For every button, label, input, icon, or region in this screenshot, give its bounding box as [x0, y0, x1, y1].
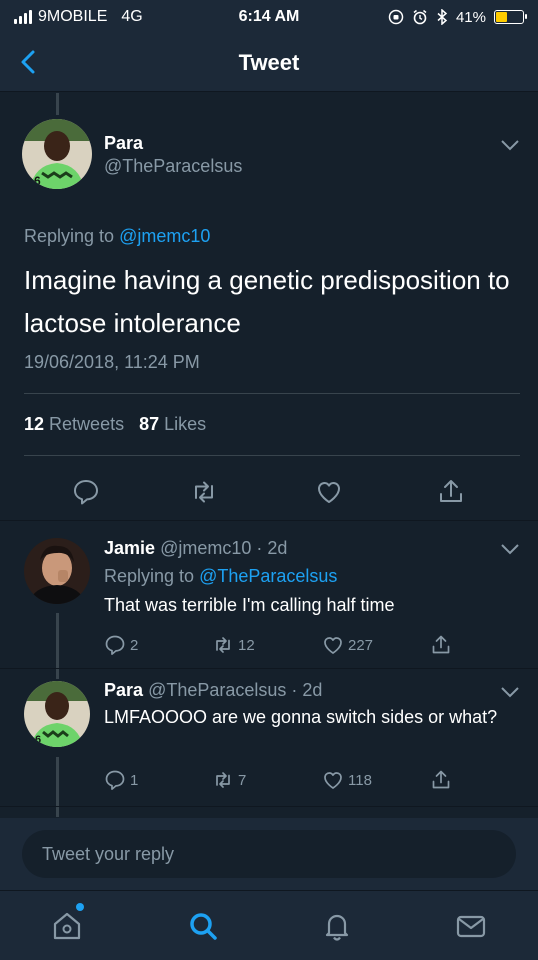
mention-link[interactable]: @TheParacelsus — [199, 566, 337, 586]
author-handle[interactable]: @TheParacelsus — [148, 680, 286, 700]
author-name[interactable]: Para — [104, 133, 143, 154]
author-name[interactable]: Jamie — [104, 538, 155, 558]
like-icon — [324, 637, 342, 654]
carrier-name: 9MOBILE — [38, 8, 108, 25]
divider — [0, 520, 538, 521]
battery-icon — [494, 10, 527, 24]
reply-time: · 2d — [256, 538, 288, 558]
like-button[interactable]: 118 — [322, 769, 372, 791]
reply-header: Jamie @jmemc10 · 2d — [104, 538, 287, 559]
chevron-down-icon[interactable] — [500, 543, 520, 555]
retweet-icon — [216, 772, 230, 788]
chevron-down-icon[interactable] — [500, 686, 520, 698]
avatar[interactable] — [24, 538, 90, 604]
status-bar: 9MOBILE 4G 6:14 AM 41% — [0, 0, 538, 34]
avatar[interactable]: 6 — [24, 681, 90, 747]
network-type: 4G — [121, 8, 143, 25]
avatar[interactable]: 6 — [22, 119, 92, 189]
reply-button[interactable]: 2 — [104, 634, 138, 656]
reply-input[interactable]: Tweet your reply — [22, 830, 516, 878]
reply-icon — [105, 770, 125, 790]
alarm-icon — [413, 9, 427, 25]
divider — [24, 455, 520, 456]
replying-to: Replying to @TheParacelsus — [104, 566, 338, 586]
nav-header: Tweet — [0, 34, 538, 92]
likes-stat[interactable]: 87 Likes — [139, 414, 206, 434]
share-button[interactable] — [430, 634, 452, 656]
share-icon — [432, 635, 450, 654]
notifications-icon[interactable] — [320, 909, 354, 943]
svg-text:6: 6 — [34, 174, 41, 188]
retweets-stat[interactable]: 12 Retweets — [24, 414, 124, 434]
divider — [24, 393, 520, 394]
search-icon[interactable] — [186, 909, 220, 943]
svg-text:6: 6 — [35, 734, 41, 746]
tweet-text: Imagine having a genetic predisposition … — [24, 265, 510, 338]
like-icon[interactable] — [315, 478, 343, 506]
tweet-timestamp: 19/06/2018, 11:24 PM — [24, 352, 200, 372]
author-handle[interactable]: @TheParacelsus — [104, 156, 242, 177]
reply-button[interactable]: 1 — [104, 769, 138, 791]
like-icon — [324, 772, 342, 789]
page-title: Tweet — [238, 50, 300, 75]
reply-icon[interactable] — [72, 478, 100, 506]
tweet-text: LMFAOOOO are we gonna switch sides or wh… — [104, 707, 498, 727]
retweet-button[interactable]: 7 — [212, 769, 246, 791]
divider — [0, 806, 538, 807]
battery-percent: 41% — [455, 8, 486, 26]
retweet-button[interactable]: 12 — [212, 634, 255, 656]
reply-time: · 2d — [291, 680, 323, 700]
reply-actions: 2 12 227 — [0, 634, 538, 662]
chevron-down-icon[interactable] — [500, 139, 520, 151]
author-name[interactable]: Para — [104, 680, 143, 700]
replying-to: Replying to @jmemc10 — [24, 226, 211, 246]
mention-link[interactable]: @jmemc10 — [119, 226, 210, 246]
reply-header: Para @TheParacelsus · 2d — [104, 680, 322, 701]
divider — [0, 668, 538, 669]
thread-line — [56, 93, 59, 115]
share-button[interactable] — [430, 769, 452, 791]
reply-actions: 1 7 118 — [0, 769, 538, 797]
reply-icon — [105, 635, 125, 655]
tweet-stats: 12 Retweets 87 Likes — [24, 414, 206, 435]
orientation-lock-icon — [388, 9, 404, 25]
share-icon[interactable] — [437, 478, 465, 506]
tab-bar — [0, 890, 538, 960]
bluetooth-icon — [437, 9, 448, 25]
home-icon[interactable] — [50, 909, 84, 943]
tweet-text: That was terrible I'm calling half time — [104, 595, 395, 615]
share-icon — [432, 770, 450, 789]
retweet-icon[interactable] — [190, 478, 218, 506]
home-badge — [76, 903, 84, 911]
signal-strength-icon — [14, 10, 32, 24]
messages-icon[interactable] — [454, 909, 488, 943]
like-button[interactable]: 227 — [322, 634, 373, 656]
tweet-actions — [0, 468, 538, 518]
author-handle[interactable]: @jmemc10 — [160, 538, 251, 558]
reply-composer: Tweet your reply — [0, 818, 538, 890]
retweet-icon — [216, 637, 230, 653]
